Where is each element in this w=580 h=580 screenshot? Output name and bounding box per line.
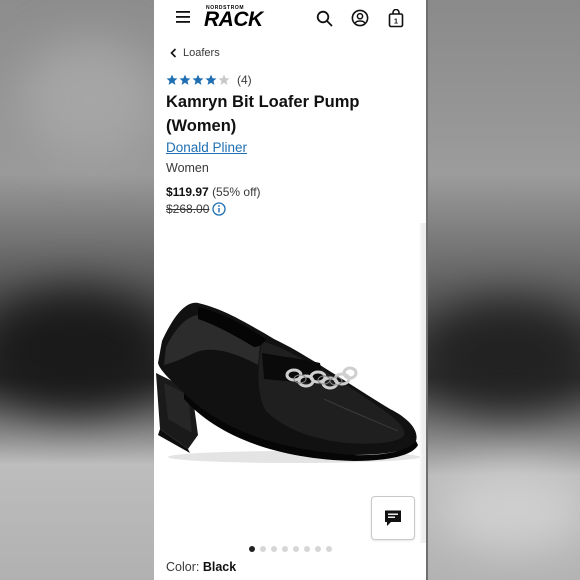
svg-text:1: 1 bbox=[394, 16, 398, 25]
star-icon bbox=[179, 74, 191, 85]
carousel-pagination[interactable] bbox=[154, 546, 426, 556]
color-label: Color: bbox=[166, 560, 200, 574]
product-image-carousel[interactable] bbox=[154, 223, 426, 543]
carousel-dot[interactable] bbox=[325, 546, 332, 552]
info-icon[interactable] bbox=[212, 202, 227, 216]
blurred-backdrop-right bbox=[428, 0, 580, 580]
carousel-dot[interactable] bbox=[270, 546, 277, 552]
shopping-bag-icon[interactable]: 1 bbox=[386, 7, 406, 29]
review-count[interactable]: (4) bbox=[237, 73, 252, 87]
carousel-dot[interactable] bbox=[281, 546, 288, 552]
star-icon bbox=[166, 74, 178, 85]
sale-price: $119.97 bbox=[166, 185, 209, 199]
blurred-backdrop-left bbox=[0, 0, 154, 580]
menu-icon[interactable] bbox=[174, 8, 194, 26]
color-selection: Color: Black bbox=[166, 560, 236, 574]
color-value: Black bbox=[202, 560, 237, 574]
breadcrumb[interactable]: Loafers bbox=[170, 44, 220, 62]
brand-link[interactable]: Donald Pliner bbox=[166, 140, 247, 155]
star-icon bbox=[205, 74, 217, 85]
carousel-dot[interactable] bbox=[248, 546, 255, 552]
department-label: Women bbox=[166, 161, 209, 175]
discount-label: (55% off) bbox=[212, 185, 261, 199]
original-price-row: $268.00 bbox=[166, 202, 227, 216]
star-icon bbox=[192, 74, 204, 85]
star-empty-icon bbox=[218, 74, 230, 85]
carousel-dot[interactable] bbox=[303, 546, 310, 552]
original-price: $268.00 bbox=[166, 202, 210, 216]
chevron-left-icon bbox=[170, 48, 177, 58]
product-image[interactable] bbox=[154, 223, 420, 543]
logo-text: RACK bbox=[204, 8, 263, 31]
next-image-peek[interactable] bbox=[422, 223, 426, 543]
loafer-pump-image bbox=[156, 302, 420, 463]
carousel-dot[interactable] bbox=[292, 546, 299, 552]
chat-icon bbox=[385, 510, 401, 526]
chat-button[interactable] bbox=[371, 496, 415, 540]
carousel-dot[interactable] bbox=[314, 546, 321, 552]
product-page: NORDSTROM RACK 1 Loafers (4) Kamryn Bit … bbox=[154, 0, 426, 580]
product-title: Kamryn Bit Loafer Pump (Women) bbox=[166, 93, 360, 135]
carousel-dot[interactable] bbox=[259, 546, 266, 552]
price-row: $119.97 (55% off) bbox=[166, 185, 261, 199]
account-icon[interactable] bbox=[350, 8, 370, 28]
search-icon[interactable] bbox=[314, 8, 334, 28]
top-navigation-bar: NORDSTROM RACK 1 bbox=[154, 0, 426, 36]
breadcrumb-label: Loafers bbox=[183, 47, 220, 59]
nordstrom-rack-logo[interactable]: NORDSTROM RACK bbox=[204, 5, 272, 31]
rating-stars[interactable]: (4) bbox=[166, 72, 252, 88]
